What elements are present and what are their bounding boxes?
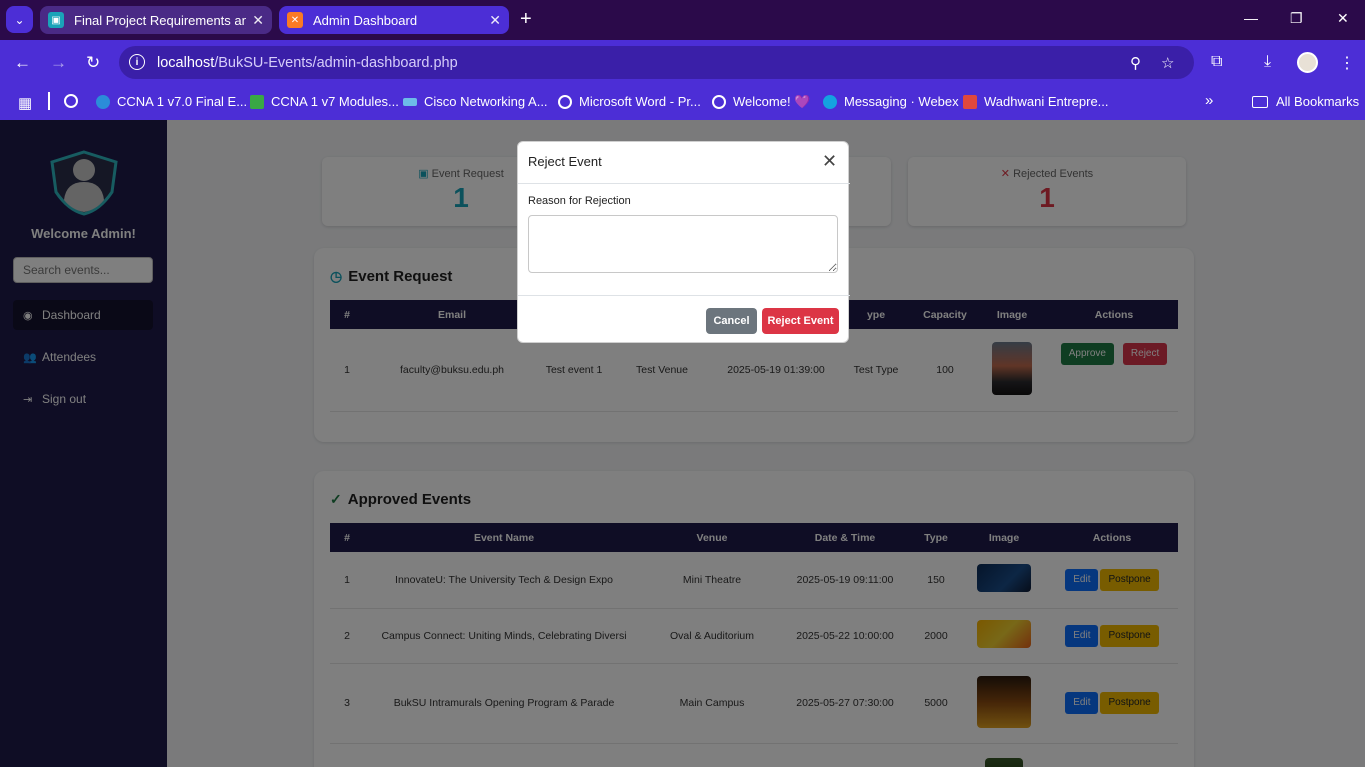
bookmark-welcome[interactable]: Welcome! 💜 xyxy=(712,94,810,110)
bookmark-label: CCNA 1 v7.0 Final E... xyxy=(117,94,248,109)
modal-header: Reject Event ✕ xyxy=(518,142,850,184)
bookmark-ccna-modules[interactable]: CCNA 1 v7 Modules... xyxy=(250,94,399,109)
xampp-favicon-icon: ✕ xyxy=(287,12,303,28)
bookmarks-bar: ▦ CCNA 1 v7.0 Final E... CCNA 1 v7 Modul… xyxy=(0,86,1365,120)
reject-event-modal: Reject Event ✕ Reason for Rejection Canc… xyxy=(517,141,850,343)
bookmark-separator xyxy=(48,92,50,110)
classroom-favicon-icon: ▣ xyxy=(48,12,64,28)
bookmark-label: Messaging · Webex xyxy=(844,94,959,109)
globe-icon xyxy=(712,95,726,109)
download-icon[interactable]: ⤓ xyxy=(1264,53,1271,71)
url-host: localhost xyxy=(157,54,215,71)
minimize-icon[interactable]: — xyxy=(1244,10,1258,26)
bookmark-label: Wadhwani Entrepre... xyxy=(984,94,1109,109)
forward-icon[interactable]: → xyxy=(50,53,67,73)
reload-icon[interactable]: ↻ xyxy=(86,53,100,73)
webex-icon xyxy=(823,94,837,109)
all-bookmarks[interactable]: All Bookmarks xyxy=(1252,94,1359,109)
address-bar[interactable]: i localhost/BukSU-Events/admin-dashboard… xyxy=(119,46,1194,79)
tab-final-project[interactable]: ▣ Final Project Requirements and ✕ xyxy=(40,6,272,34)
extensions-icon[interactable]: ⧉ xyxy=(1211,53,1222,71)
cancel-button[interactable]: Cancel xyxy=(706,308,757,334)
folder-icon xyxy=(1252,95,1268,108)
browser-toolbar: ← → ↻ i localhost/BukSU-Events/admin-das… xyxy=(0,40,1365,86)
bookmark-star-icon[interactable]: ☆ xyxy=(1161,54,1174,72)
back-icon[interactable]: ← xyxy=(14,53,31,73)
tab-title: Admin Dashboard xyxy=(313,12,418,28)
wadhwani-icon xyxy=(963,94,977,109)
zoom-icon[interactable]: ⚲ xyxy=(1130,54,1141,72)
bookmark-wadhwani[interactable]: Wadhwani Entrepre... xyxy=(963,94,1109,109)
restore-icon[interactable]: ❐ xyxy=(1290,10,1303,27)
close-tab-icon[interactable]: ✕ xyxy=(489,12,501,29)
globe-icon xyxy=(558,94,572,109)
close-window-icon[interactable]: ✕ xyxy=(1337,10,1349,27)
bookmark-label: CCNA 1 v7 Modules... xyxy=(271,94,399,109)
bookmark-label: Microsoft Word - Pr... xyxy=(579,94,701,109)
globe-bookmark-icon[interactable] xyxy=(64,94,85,108)
url-path: /BukSU-Events/admin-dashboard.php xyxy=(214,54,458,71)
site-info-icon[interactable]: i xyxy=(129,54,145,70)
apps-grid-icon[interactable]: ▦ xyxy=(18,94,32,112)
tab-title: Final Project Requirements and xyxy=(74,12,247,28)
modal-footer: Cancel Reject Event xyxy=(518,295,850,343)
bookmark-webex[interactable]: Messaging · Webex xyxy=(823,94,959,109)
profile-avatar[interactable] xyxy=(1297,52,1318,73)
rejection-reason-label: Reason for Rejection xyxy=(528,195,631,207)
close-icon[interactable]: ✕ xyxy=(822,152,837,170)
cisco-icon xyxy=(403,97,417,106)
modal-title: Reject Event xyxy=(528,154,602,169)
all-bookmarks-label: All Bookmarks xyxy=(1276,94,1360,109)
new-tab-button[interactable]: + xyxy=(520,9,532,29)
bookmark-word[interactable]: Microsoft Word - Pr... xyxy=(558,94,701,109)
reject-event-button[interactable]: Reject Event xyxy=(762,308,839,334)
browser-tab-bar: ⌄ ▣ Final Project Requirements and ✕ ✕ A… xyxy=(0,0,1365,40)
bookmark-label: Welcome! 💜 xyxy=(733,94,811,109)
tab-admin-dashboard[interactable]: ✕ Admin Dashboard ✕ xyxy=(279,6,509,34)
itexam-icon xyxy=(250,94,264,109)
bookmark-cisco[interactable]: Cisco Networking A... xyxy=(403,94,548,109)
tab-search-chevron-icon[interactable]: ⌄ xyxy=(6,6,33,33)
bookmark-ccna-final[interactable]: CCNA 1 v7.0 Final E... xyxy=(96,94,247,109)
menu-kebab-icon[interactable]: ⋮ xyxy=(1339,53,1355,73)
bookmark-label: Cisco Networking A... xyxy=(424,94,548,109)
netacad-icon xyxy=(96,94,110,109)
close-tab-icon[interactable]: ✕ xyxy=(252,12,264,29)
rejection-reason-textarea[interactable] xyxy=(528,215,838,273)
more-bookmarks-icon[interactable]: » xyxy=(1205,92,1213,109)
